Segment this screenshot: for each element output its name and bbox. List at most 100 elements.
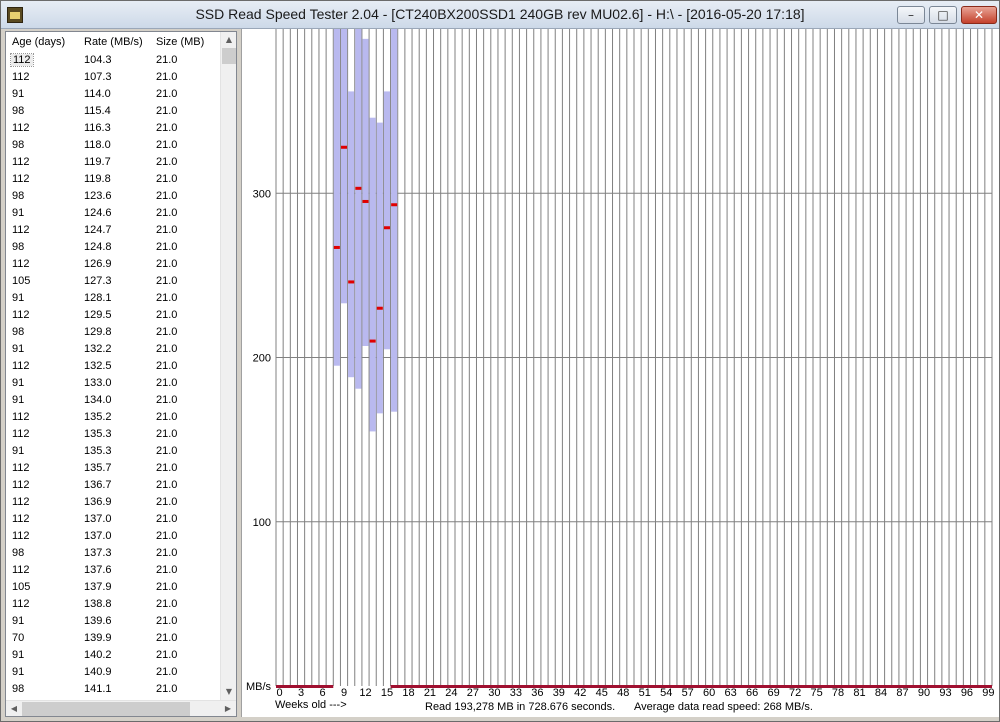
- list-item[interactable]: 105 127.3 21.0: [6, 273, 222, 290]
- vertical-scrollbar[interactable]: ▲ ▼: [220, 32, 236, 700]
- age-cell: 112: [12, 224, 30, 236]
- average-marker: [333, 245, 340, 249]
- scroll-down-icon[interactable]: ▼: [221, 684, 236, 700]
- x-tick-label: 9: [341, 687, 347, 699]
- list-item[interactable]: 91 140.9 21.0: [6, 664, 222, 681]
- rate-cell: 129.8: [84, 326, 112, 338]
- rate-cell: 137.3: [84, 547, 112, 559]
- list-item[interactable]: 112 137.0 21.0: [6, 528, 222, 545]
- age-cell: 70: [12, 632, 25, 644]
- list-item[interactable]: 98 141.1 21.0: [6, 681, 222, 698]
- list-item[interactable]: 112 129.5 21.0: [6, 307, 222, 324]
- range-bar: [340, 29, 348, 304]
- range-bar: [348, 91, 355, 378]
- size-cell: 21.0: [156, 377, 178, 389]
- x-tick-label: 24: [445, 687, 457, 699]
- age-cell: 91: [12, 88, 25, 100]
- list-item[interactable]: 112 137.6 21.0: [6, 562, 222, 579]
- list-item[interactable]: 91 132.2 21.0: [6, 341, 222, 358]
- list-item[interactable]: 91 133.0 21.0: [6, 375, 222, 392]
- title-bar[interactable]: SSD Read Speed Tester 2.04 - [CT240BX200…: [1, 1, 999, 29]
- size-cell: 21.0: [156, 411, 178, 423]
- age-cell: 98: [12, 190, 25, 202]
- size-cell: 21.0: [156, 360, 178, 372]
- maximize-button[interactable]: □: [929, 6, 957, 24]
- size-cell: 21.0: [156, 122, 178, 134]
- list-item[interactable]: 98 115.4 21.0: [6, 103, 222, 120]
- range-bar: [376, 122, 383, 414]
- list-item[interactable]: 91 134.0 21.0: [6, 392, 222, 409]
- list-item[interactable]: 91 140.2 21.0: [6, 647, 222, 664]
- rate-cell: 119.7: [84, 156, 111, 168]
- age-cell: 91: [12, 615, 25, 627]
- size-cell: 21.0: [156, 241, 178, 253]
- scroll-up-icon[interactable]: ▲: [221, 32, 236, 48]
- list-item[interactable]: 91 124.6 21.0: [6, 205, 222, 222]
- list-item[interactable]: 70 139.9 21.0: [6, 630, 222, 647]
- age-cell: 112: [12, 360, 30, 372]
- list-item[interactable]: 91 114.0 21.0: [6, 86, 222, 103]
- scroll-left-icon[interactable]: ◀: [6, 701, 22, 716]
- age-cell: 91: [12, 207, 25, 219]
- list-item[interactable]: 112 135.3 21.0: [6, 426, 222, 443]
- list-item[interactable]: 98 123.6 21.0: [6, 188, 222, 205]
- minimize-button[interactable]: –: [897, 6, 925, 24]
- x-tick-label: 33: [510, 687, 522, 699]
- list-item[interactable]: 112 138.8 21.0: [6, 596, 222, 613]
- list-item[interactable]: 98 124.8 21.0: [6, 239, 222, 256]
- rate-cell: 133.0: [84, 377, 112, 389]
- list-item[interactable]: 112 135.2 21.0: [6, 409, 222, 426]
- average-marker: [362, 199, 369, 203]
- list-item[interactable]: 112 116.3 21.0: [6, 120, 222, 137]
- column-header-age[interactable]: Age (days): [12, 36, 65, 48]
- speed-chart: 100200300MB/s 0 3 6 9 12 15 18 21 24 27 30 33 36 39 42 4…: [246, 29, 995, 713]
- range-bar: [391, 29, 398, 412]
- horizontal-scroll-thumb[interactable]: [22, 702, 190, 716]
- list-item[interactable]: 98 137.3 21.0: [6, 545, 222, 562]
- vertical-scroll-thumb[interactable]: [222, 48, 236, 64]
- age-cell: 91: [12, 445, 25, 457]
- list-item[interactable]: 112 136.9 21.0: [6, 494, 222, 511]
- list-item[interactable]: 98 129.8 21.0: [6, 324, 222, 341]
- rate-cell: 107.3: [84, 71, 112, 83]
- size-cell: 21.0: [156, 207, 178, 219]
- close-button[interactable]: ✕: [961, 6, 997, 24]
- list-item[interactable]: 112 137.0 21.0: [6, 511, 222, 528]
- list-item[interactable]: 91 135.3 21.0: [6, 443, 222, 460]
- list-item[interactable]: 112 132.5 21.0: [6, 358, 222, 375]
- list-item[interactable]: 91 128.1 21.0: [6, 290, 222, 307]
- age-cell: 91: [12, 649, 25, 661]
- size-cell: 21.0: [156, 513, 178, 525]
- list-item[interactable]: 98 118.0 21.0: [6, 137, 222, 154]
- list-item[interactable]: 112 104.3 21.0: [6, 52, 222, 69]
- age-cell: 112: [12, 309, 30, 321]
- list-item[interactable]: 112 119.7 21.0: [6, 154, 222, 171]
- age-cell: 112: [12, 428, 30, 440]
- average-marker: [355, 186, 362, 190]
- list-item[interactable]: 112 126.9 21.0: [6, 256, 222, 273]
- list-item[interactable]: 112 135.7 21.0: [6, 460, 222, 477]
- horizontal-scrollbar[interactable]: ◀ ▶: [6, 700, 236, 716]
- scroll-right-icon[interactable]: ▶: [220, 701, 236, 716]
- list-item[interactable]: 112 124.7 21.0: [6, 222, 222, 239]
- size-cell: 21.0: [156, 343, 178, 355]
- list-item[interactable]: 105 137.9 21.0: [6, 579, 222, 596]
- x-tick-label: 48: [617, 687, 629, 699]
- list-item[interactable]: 112 136.7 21.0: [6, 477, 222, 494]
- file-list[interactable]: Age (days) Rate (MB/s) Size (MB) 112 104.…: [5, 31, 237, 717]
- age-cell: 98: [12, 547, 25, 559]
- list-item[interactable]: 112 119.8 21.0: [6, 171, 222, 188]
- rate-cell: 137.0: [84, 513, 112, 525]
- x-tick-label: 60: [703, 687, 715, 699]
- x-tick-label: 0: [277, 687, 283, 699]
- list-item[interactable]: 91 139.6 21.0: [6, 613, 222, 630]
- column-header-rate[interactable]: Rate (MB/s): [84, 36, 143, 48]
- size-cell: 21.0: [156, 530, 178, 542]
- list-item[interactable]: 112 107.3 21.0: [6, 69, 222, 86]
- rate-cell: 124.8: [84, 241, 112, 253]
- age-cell: 91: [12, 377, 25, 389]
- size-cell: 21.0: [156, 649, 178, 661]
- column-header-size[interactable]: Size (MB): [156, 36, 204, 48]
- age-cell: 91: [12, 292, 25, 304]
- age-cell: 112: [12, 513, 30, 525]
